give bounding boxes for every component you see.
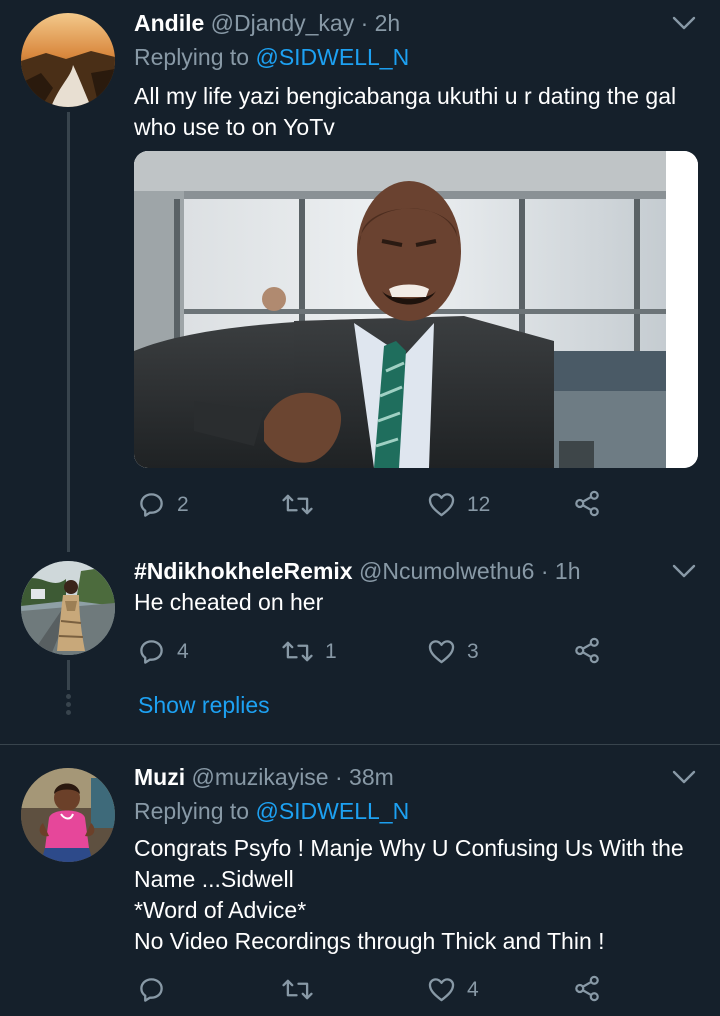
like-count: 12 <box>467 492 491 516</box>
like-button[interactable]: 4 <box>428 977 479 1002</box>
share-button[interactable] <box>574 490 601 517</box>
display-name[interactable]: Andile <box>134 10 204 36</box>
reply-button[interactable]: 2 <box>138 491 189 518</box>
user-handle[interactable]: @muzikayise <box>192 764 329 790</box>
tweet-text-line: Congrats Psyfo ! Manje Why U Confusing U… <box>134 835 684 861</box>
share-button[interactable] <box>574 637 601 664</box>
retweet-button[interactable] <box>282 977 325 1002</box>
reply-button[interactable]: 4 <box>138 638 189 665</box>
avatar[interactable] <box>21 768 115 862</box>
replying-to: Replying to @SIDWELL_N <box>134 798 409 825</box>
share-button[interactable] <box>574 975 601 1002</box>
retweet-button[interactable] <box>282 492 325 517</box>
replying-to-label: Replying to <box>134 44 256 70</box>
share-icon <box>574 975 601 1002</box>
tweet-header: #NdikhokheleRemix @Ncumolwethu6 · 1h <box>134 558 581 585</box>
mention-link[interactable]: @SIDWELL_N <box>255 44 409 70</box>
tweet-text: He cheated on her <box>134 587 323 618</box>
reply-count: 2 <box>177 492 189 516</box>
tweet-text-line: All my life yazi bengicabanga ukuthi u r… <box>134 83 677 109</box>
tweet-text-line: *Word of Advice* <box>134 897 307 923</box>
share-icon <box>574 490 601 517</box>
tweet-header: Andile @Djandy_kay · 2h <box>134 10 400 37</box>
like-button[interactable]: 12 <box>428 492 490 517</box>
tweet-text-line: No Video Recordings through Thick and Th… <box>134 928 605 954</box>
tweet-text-line: Name ...Sidwell <box>134 866 294 892</box>
avatar[interactable] <box>21 561 115 655</box>
like-icon <box>428 977 455 1002</box>
replying-to: Replying to @SIDWELL_N <box>134 44 409 71</box>
share-icon <box>574 637 601 664</box>
thread-divider <box>0 744 720 745</box>
timestamp[interactable]: · 38m <box>335 764 394 790</box>
avatar[interactable] <box>21 13 115 107</box>
reply-button[interactable] <box>138 976 177 1003</box>
reply-icon <box>138 491 165 518</box>
mention-link[interactable]: @SIDWELL_N <box>255 798 409 824</box>
thread-line <box>67 112 70 552</box>
tweet-media-image[interactable] <box>134 151 698 468</box>
reply-count: 4 <box>177 639 189 663</box>
retweet-icon <box>282 639 313 664</box>
chevron-down-icon[interactable] <box>672 564 696 578</box>
tweet-text: Congrats Psyfo ! Manje Why U Confusing U… <box>134 833 684 957</box>
retweet-icon <box>282 492 313 517</box>
tweet-text-line: He cheated on her <box>134 589 324 615</box>
like-icon <box>428 639 455 664</box>
display-name[interactable]: #NdikhokheleRemix <box>134 558 353 584</box>
retweet-count: 1 <box>325 639 337 663</box>
tweet-text: All my life yazi bengicabanga ukuthi u r… <box>134 81 676 143</box>
show-replies-link[interactable]: Show replies <box>138 692 270 719</box>
reply-icon <box>138 976 165 1003</box>
retweet-button[interactable]: 1 <box>282 639 337 664</box>
like-icon <box>428 492 455 517</box>
retweet-icon <box>282 977 313 1002</box>
user-handle[interactable]: @Ncumolwethu6 <box>359 558 534 584</box>
reply-icon <box>138 638 165 665</box>
chevron-down-icon[interactable] <box>672 770 696 784</box>
timestamp[interactable]: · 2h <box>361 10 401 36</box>
thread-line <box>67 660 70 690</box>
chevron-down-icon[interactable] <box>672 16 696 30</box>
tweet-header: Muzi @muzikayise · 38m <box>134 764 394 791</box>
like-count: 4 <box>467 977 479 1001</box>
display-name[interactable]: Muzi <box>134 764 185 790</box>
tweet-text-line: who use to on YoTv <box>134 114 335 140</box>
more-replies-dots <box>64 694 73 715</box>
user-handle[interactable]: @Djandy_kay <box>211 10 355 36</box>
replying-to-label: Replying to <box>134 798 256 824</box>
like-count: 3 <box>467 639 479 663</box>
timestamp[interactable]: · 1h <box>541 558 581 584</box>
like-button[interactable]: 3 <box>428 639 479 664</box>
